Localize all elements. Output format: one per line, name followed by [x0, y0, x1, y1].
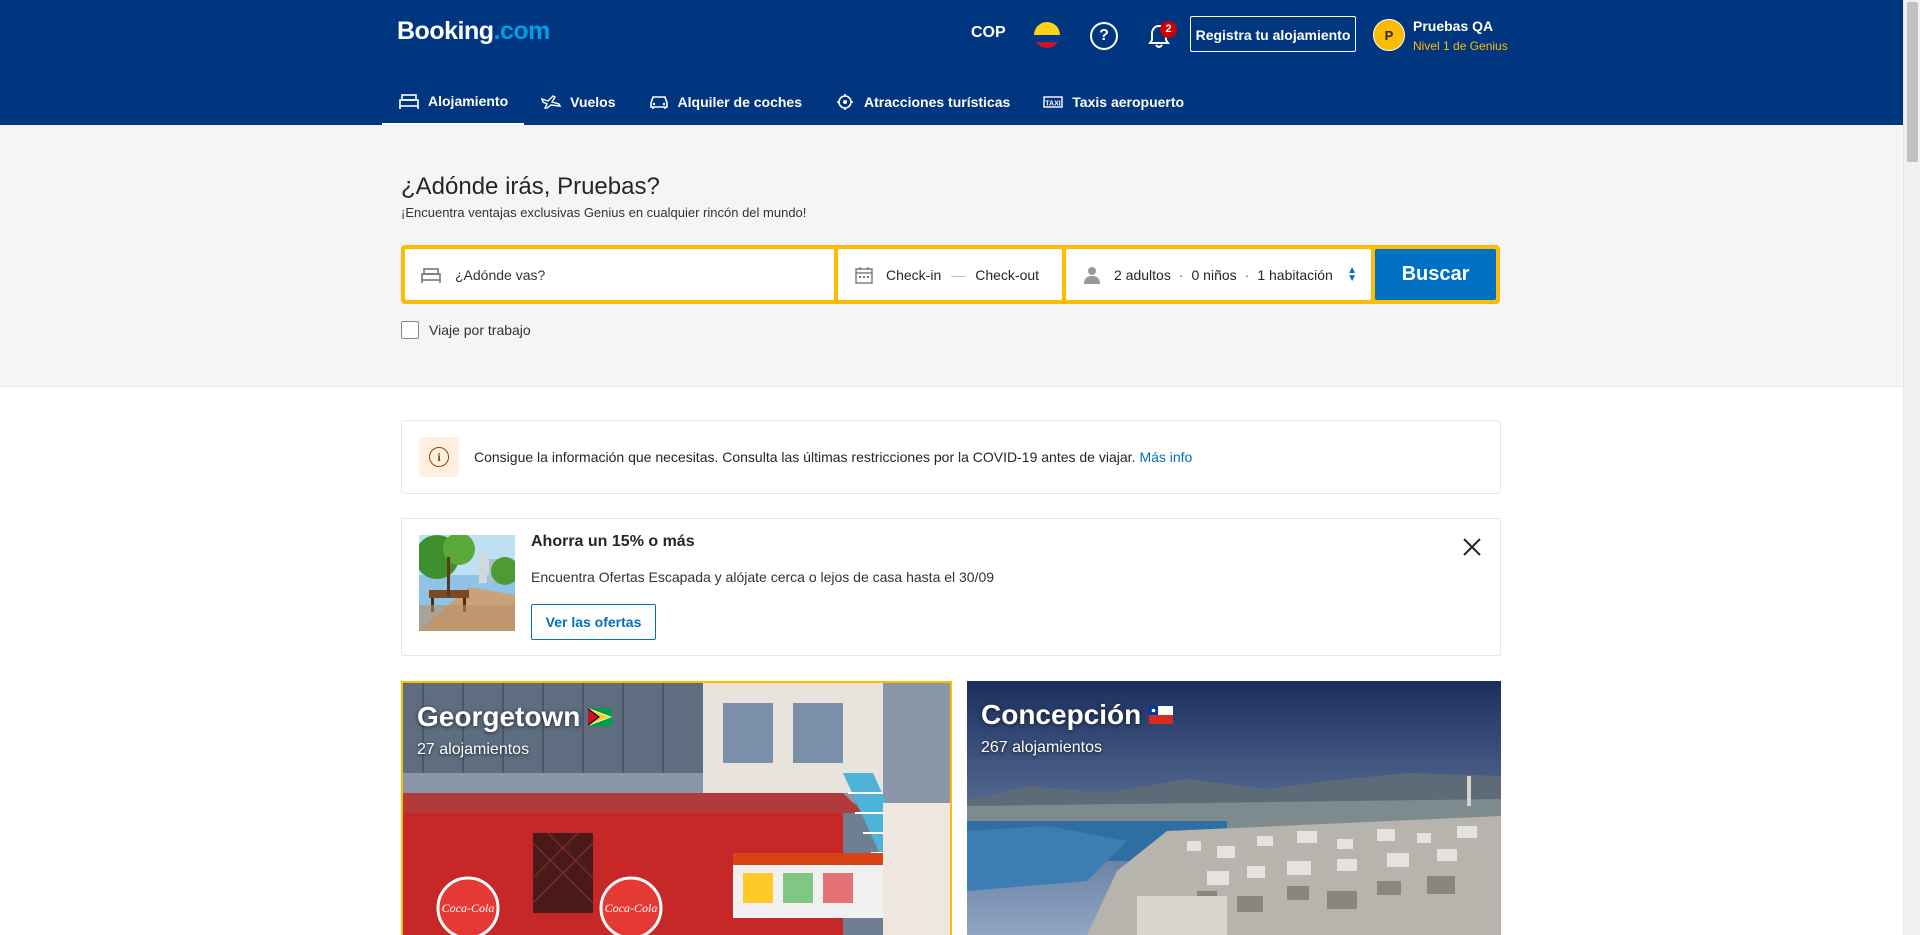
guests-field[interactable]: 2 adultos · 0 niños · 1 habitación ▲ ▼: [1066, 249, 1371, 300]
logo-text: Booking: [397, 17, 494, 45]
hero-subtitle: ¡Encuentra ventajas exclusivas Genius en…: [401, 205, 807, 220]
nav-item-alojamiento[interactable]: Alojamiento: [382, 79, 525, 125]
destination-field[interactable]: [405, 249, 834, 300]
svg-text:TAXI: TAXI: [1046, 101, 1061, 108]
plane-icon: [540, 93, 562, 111]
guyana-flag-icon: [588, 708, 613, 726]
nav-item-coches[interactable]: Alquiler de coches: [632, 79, 818, 125]
search-bar: Check-in — Check-out 2 adultos · 0 niños…: [401, 245, 1500, 304]
close-icon[interactable]: [1460, 535, 1484, 559]
chevron-updown-icon: ▲ ▼: [1347, 264, 1357, 284]
guest-separator: ·: [1244, 266, 1250, 283]
covid-more-info-link[interactable]: Más info: [1139, 449, 1192, 465]
covid-message: Consigue la información que necesitas. C…: [474, 449, 1136, 465]
page-scrollbar[interactable]: [1903, 0, 1920, 935]
children-count: 0 niños: [1191, 266, 1237, 283]
user-name[interactable]: Pruebas QA: [1413, 18, 1493, 34]
work-trip-option[interactable]: Viaje por trabajo: [401, 321, 531, 339]
hero-title: ¿Adónde irás, Pruebas?: [401, 173, 660, 200]
view-offers-button[interactable]: Ver las ofertas: [531, 604, 656, 640]
product-nav: Alojamiento Vuelos Alquiler de coches At…: [382, 79, 1200, 125]
calendar-icon: [854, 265, 874, 285]
date-separator: —: [951, 266, 966, 283]
promo-banner: Ahorra un 15% o más Encuentra Ofertas Es…: [401, 518, 1501, 656]
info-icon: i: [429, 447, 449, 467]
nav-label: Atracciones turísticas: [864, 94, 1011, 110]
destination-card-georgetown[interactable]: Coca-Cola Coca-Cola Georgetown 27 alojam…: [401, 681, 952, 935]
bed-icon: [398, 92, 420, 110]
top-header: Booking.com COP ? 2 Registra tu alojamie…: [0, 0, 1903, 125]
notification-count-badge: 2: [1160, 21, 1177, 38]
taxi-icon: TAXI: [1042, 93, 1064, 111]
booking-logo[interactable]: Booking.com: [397, 17, 550, 46]
help-icon[interactable]: ?: [1090, 22, 1118, 50]
nav-label: Taxis aeropuerto: [1072, 94, 1185, 110]
car-icon: [648, 93, 670, 111]
genius-level: Nivel 1 de Genius: [1413, 39, 1508, 53]
nav-label: Vuelos: [570, 94, 616, 110]
nav-label: Alojamiento: [428, 93, 509, 109]
logo-domain: .com: [493, 17, 551, 45]
checkout-label[interactable]: Check-out: [975, 267, 1039, 283]
destination-property-count: 27 alojamientos: [417, 741, 530, 758]
guest-separator: ·: [1178, 266, 1184, 283]
adults-count: 2 adultos: [1114, 266, 1171, 283]
nav-item-vuelos[interactable]: Vuelos: [524, 79, 631, 125]
nav-item-taxis[interactable]: TAXI Taxis aeropuerto: [1026, 79, 1200, 125]
destination-name: Georgetown: [417, 701, 613, 733]
covid-notice: i Consigue la información que necesitas.…: [401, 420, 1501, 494]
currency-selector[interactable]: COP: [971, 24, 1006, 42]
destination-title: Concepción: [981, 699, 1142, 730]
info-icon-box: i: [419, 437, 459, 477]
svg-text:Coca-Cola: Coca-Cola: [605, 901, 658, 915]
scrollbar-thumb[interactable]: [1907, 2, 1918, 162]
promo-description: Encuentra Ofertas Escapada y alójate cer…: [531, 569, 995, 585]
search-button[interactable]: Buscar: [1375, 249, 1496, 300]
destination-property-count: 267 alojamientos: [981, 739, 1102, 756]
promo-title: Ahorra un 15% o más: [531, 533, 695, 550]
svg-text:Coca-Cola: Coca-Cola: [442, 901, 495, 915]
register-property-button[interactable]: Registra tu alojamiento: [1190, 16, 1356, 52]
nav-item-atracciones[interactable]: Atracciones turísticas: [818, 79, 1026, 125]
colombia-flag-icon[interactable]: [1034, 22, 1060, 48]
user-avatar[interactable]: P: [1373, 19, 1405, 51]
destination-card-concepcion[interactable]: Concepción 267 alojamientos: [967, 681, 1501, 935]
bed-icon: [421, 265, 441, 285]
work-trip-label: Viaje por trabajo: [429, 322, 531, 338]
destination-title: Georgetown: [417, 701, 581, 732]
checkin-label[interactable]: Check-in: [886, 267, 941, 283]
work-trip-checkbox[interactable]: [401, 321, 419, 339]
chile-flag-icon: [1149, 706, 1174, 724]
attractions-icon: [834, 93, 856, 111]
rooms-count: 1 habitación: [1257, 266, 1333, 283]
dates-field[interactable]: Check-in — Check-out: [838, 249, 1062, 300]
destination-name: Concepción: [981, 699, 1174, 731]
promo-image: [419, 535, 515, 631]
person-icon: [1082, 265, 1102, 285]
search-hero: ¿Adónde irás, Pruebas? ¡Encuentra ventaj…: [0, 125, 1903, 387]
destination-input[interactable]: [453, 265, 777, 284]
nav-label: Alquiler de coches: [677, 94, 802, 110]
